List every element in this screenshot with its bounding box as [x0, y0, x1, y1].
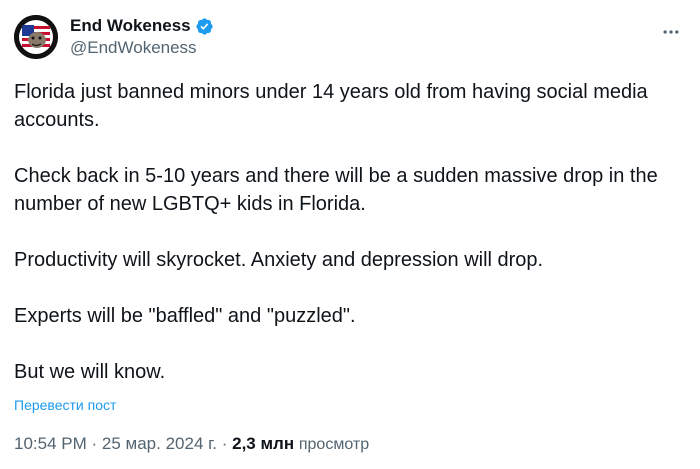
- end-wokeness-logo-icon: [14, 15, 58, 59]
- author-names: End Wokeness @EndWokeness: [70, 15, 214, 59]
- tweet-paragraph: But we will know.: [14, 361, 166, 383]
- tweet-time[interactable]: 10:54 PM: [14, 434, 87, 453]
- author-display-name[interactable]: End Wokeness: [70, 15, 191, 37]
- views-label: просмотр: [298, 436, 370, 453]
- tweet-header: End Wokeness @EndWokeness: [14, 13, 686, 61]
- tweet-paragraph: Florida just banned minors under 14 year…: [14, 81, 648, 131]
- author-handle[interactable]: @EndWokeness: [70, 37, 214, 59]
- more-horizontal-icon: [663, 30, 679, 34]
- translate-post-link[interactable]: Перевести пост: [14, 397, 116, 413]
- more-options-button[interactable]: [656, 17, 686, 47]
- tweet-paragraph: Experts will be "baffled" and "puzzled".: [14, 305, 356, 327]
- tweet-card: End Wokeness @EndWokeness Florida just b…: [0, 0, 700, 469]
- avatar[interactable]: [14, 15, 58, 59]
- tweet-date[interactable]: 25 мар. 2024 г.: [102, 434, 217, 453]
- tweet-paragraph: Productivity will skyrocket. Anxiety and…: [14, 249, 544, 271]
- tweet-meta: 10:54 PM · 25 мар. 2024 г. · 2,3 млн про…: [14, 434, 369, 454]
- meta-separator: ·: [91, 434, 98, 453]
- tweet-text: Florida just banned minors under 14 year…: [14, 78, 686, 386]
- views-count: 2,3 млн: [232, 434, 295, 453]
- name-row: End Wokeness: [70, 15, 214, 37]
- tweet-paragraph: Check back in 5-10 years and there will …: [14, 165, 658, 215]
- verified-badge-icon[interactable]: [195, 17, 214, 36]
- meta-separator: ·: [221, 434, 228, 453]
